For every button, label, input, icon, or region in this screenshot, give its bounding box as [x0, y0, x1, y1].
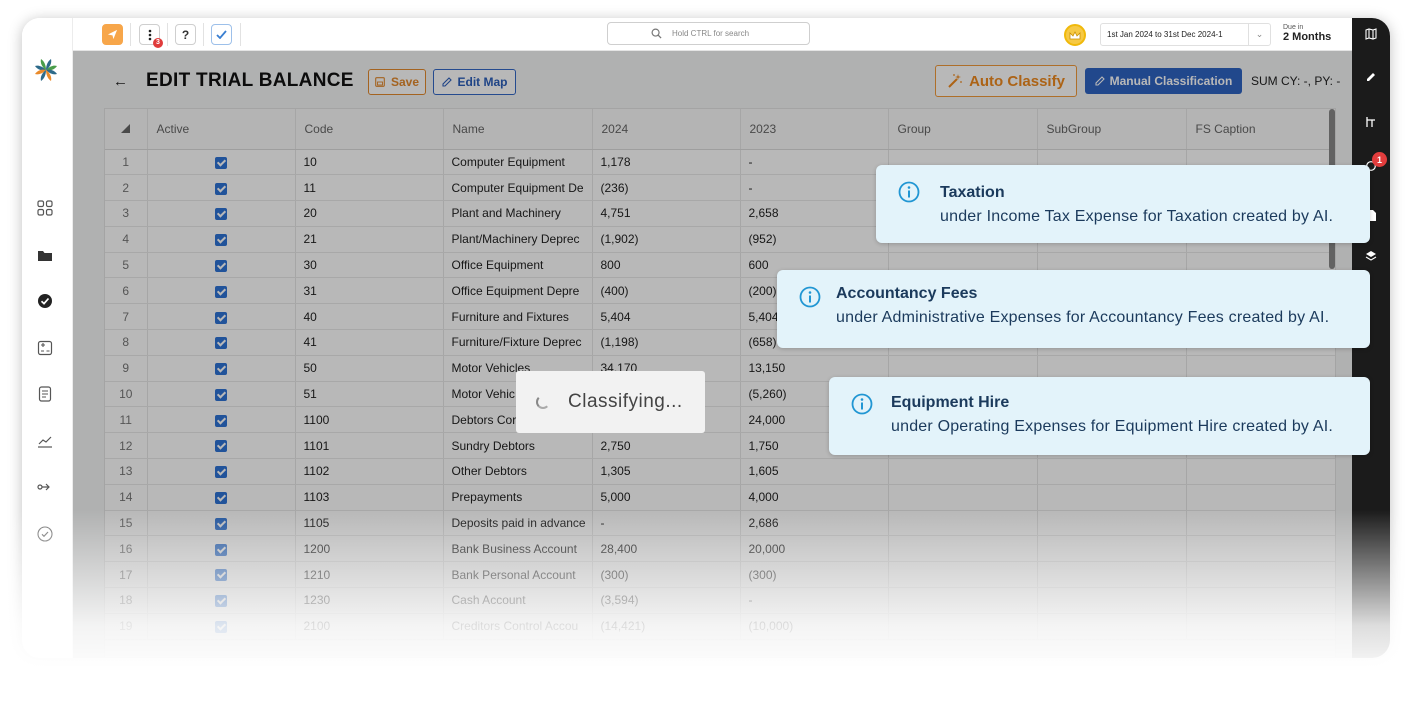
- notification-count-badge: 3: [153, 38, 163, 48]
- send-icon[interactable]: [102, 24, 123, 45]
- folder-icon[interactable]: [36, 246, 54, 264]
- toast-title: Equipment Hire: [891, 394, 1010, 411]
- check-task-icon[interactable]: [211, 24, 232, 45]
- hierarchy-icon[interactable]: [1364, 115, 1378, 129]
- due-value: 2 Months: [1283, 31, 1332, 43]
- analytics-chart-icon[interactable]: [36, 432, 54, 450]
- search-icon: [651, 28, 662, 39]
- classifying-text: Classifying...: [568, 391, 683, 412]
- notifications-menu-icon[interactable]: 3: [139, 24, 163, 48]
- toast-title: Taxation: [940, 184, 1005, 201]
- toolbar-divider: [240, 23, 241, 46]
- top-bar: 3 ? Hold CTRL for search 1st Jan 2024 to…: [22, 18, 1352, 51]
- due-indicator: Due in 2 Months: [1283, 24, 1331, 43]
- chevron-down-icon: ⌄: [1248, 24, 1270, 45]
- rail-notification-badge: 1: [1372, 152, 1387, 167]
- integration-icon[interactable]: [36, 478, 54, 496]
- toast-taxation[interactable]: Taxation under Income Tax Expense for Ta…: [876, 165, 1370, 243]
- search-input[interactable]: Hold CTRL for search: [607, 22, 810, 45]
- toolbar-divider: [203, 23, 204, 46]
- toolbar-divider: [130, 23, 131, 46]
- due-label: Due in: [1283, 24, 1304, 31]
- toast-title: Accountancy Fees: [836, 285, 978, 302]
- toast-body: under Administrative Expenses for Accoun…: [836, 309, 1330, 326]
- date-range-select[interactable]: 1st Jan 2024 to 31st Dec 2024-1 ⌄: [1100, 23, 1271, 46]
- search-placeholder: Hold CTRL for search: [672, 29, 750, 38]
- pencil-icon[interactable]: [1364, 70, 1378, 84]
- classifying-indicator: Classifying...: [516, 371, 705, 433]
- help-button[interactable]: ?: [175, 24, 196, 45]
- bottom-fade: [0, 510, 1412, 720]
- dashboard-grid-icon[interactable]: [36, 199, 54, 217]
- info-icon: [898, 181, 920, 203]
- app-logo: [35, 59, 57, 81]
- map-icon[interactable]: [1364, 27, 1378, 41]
- check-circle-icon[interactable]: [36, 292, 54, 310]
- info-icon: [851, 393, 873, 415]
- toast-body: under Operating Expenses for Equipment H…: [891, 418, 1334, 435]
- date-range-value: 1st Jan 2024 to 31st Dec 2024-1: [1107, 30, 1223, 39]
- crown-icon[interactable]: [1064, 24, 1086, 46]
- toast-equipment-hire[interactable]: Equipment Hire under Operating Expenses …: [829, 377, 1370, 455]
- info-icon: [799, 286, 821, 308]
- layers-icon[interactable]: [1364, 249, 1378, 263]
- toolbar-divider: [167, 23, 168, 46]
- toast-body: under Income Tax Expense for Taxation cr…: [940, 208, 1334, 225]
- spinner-icon: [536, 395, 550, 409]
- calculator-icon[interactable]: [36, 339, 54, 357]
- report-icon[interactable]: [36, 385, 54, 403]
- toast-accountancy-fees[interactable]: Accountancy Fees under Administrative Ex…: [777, 270, 1370, 348]
